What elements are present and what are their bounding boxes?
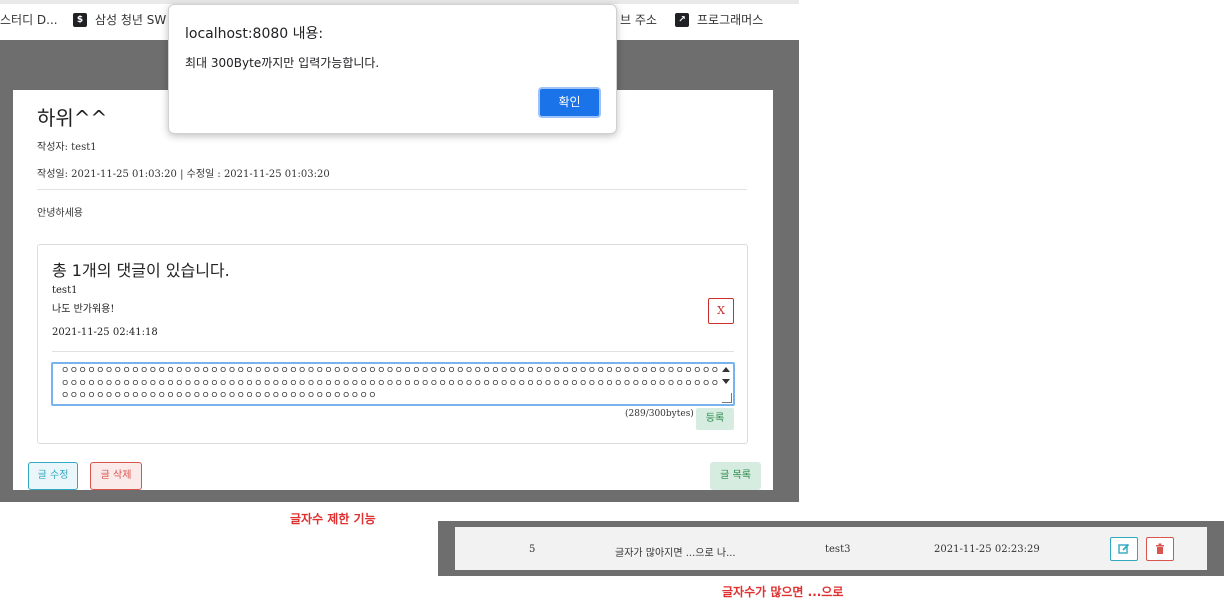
post-title: 하위^^ (37, 106, 108, 130)
resize-grip-icon[interactable] (722, 393, 732, 403)
comment-text: 나도 반가워용! (52, 304, 115, 315)
row-title[interactable]: 글자가 많아지면 ...으로 나... (615, 544, 736, 559)
list-screenshot: 5 글자가 많아지면 ...으로 나... test3 2021-11-25 0… (438, 521, 1224, 576)
bookmark-item[interactable]: 스터디 D... (0, 11, 58, 28)
bookmark-label: 프로그래머스 (697, 13, 764, 27)
caption-char-limit: 글자수 제한 기능 (290, 512, 376, 526)
bookmark-label: 삼성 청년 SW (95, 13, 167, 27)
edit-post-button[interactable]: 글 수정 (28, 462, 78, 490)
bookmark-label: 브 주소 (620, 13, 657, 27)
row-delete-button[interactable] (1146, 537, 1174, 561)
post-content: 안녕하세용 (37, 208, 83, 219)
post-author: 작성자: test1 (37, 142, 97, 153)
comment-count-heading: 총 1개의 댓글이 있습니다. (52, 261, 230, 280)
bookmark-item[interactable]: 브 주소 (620, 11, 657, 28)
scroll-down-icon[interactable] (722, 379, 730, 384)
row-edit-button[interactable] (1110, 537, 1138, 561)
submit-comment-button[interactable]: 등록 (696, 408, 734, 430)
comment-date: 2021-11-25 02:41:18 (52, 327, 158, 338)
dollar-icon: $ (73, 12, 87, 27)
comment-section: 총 1개의 댓글이 있습니다. test1 나도 반가워용! 2021-11-2… (37, 244, 748, 444)
bookmark-label: 스터디 D... (0, 13, 58, 27)
bookmark-item[interactable]: ↗ 프로그래머스 (675, 11, 763, 28)
dialog-title: localhost:8080 내용: (185, 26, 324, 42)
post-dates: 작성일: 2021-11-25 01:03:20 | 수정일 : 2021-11… (37, 169, 330, 180)
row-date: 2021-11-25 02:23:29 (934, 544, 1040, 555)
delete-post-button[interactable]: 글 삭제 (90, 462, 142, 490)
edit-icon (1118, 543, 1130, 554)
alert-dialog: localhost:8080 내용: 최대 300Byte까지만 입력가능합니다… (168, 4, 617, 134)
row-number: 5 (529, 544, 536, 555)
row-author: test3 (825, 544, 851, 555)
dialog-ok-button[interactable]: 확인 (538, 87, 601, 118)
delete-comment-button[interactable]: X (708, 298, 734, 324)
post-list-button[interactable]: 글 목록 (710, 462, 761, 490)
divider (52, 351, 734, 352)
post-detail-card: 하위^^ 작성자: test1 작성일: 2021-11-25 01:03:20… (13, 90, 773, 490)
caption-ellipsis: 글자수가 많으면 ...으로 (722, 585, 844, 599)
comment-input-value: ㅇㅇㅇㅇㅇㅇㅇㅇㅇㅇㅇㅇㅇㅇㅇㅇㅇㅇㅇㅇㅇㅇㅇㅇㅇㅇㅇㅇㅇㅇㅇㅇㅇㅇㅇㅇㅇㅇㅇㅇ… (61, 366, 720, 401)
table-row[interactable]: 5 글자가 많아지면 ...으로 나... test3 2021-11-25 0… (455, 527, 1207, 570)
trash-icon (1156, 543, 1164, 554)
textarea-scrollbar[interactable] (720, 365, 732, 403)
byte-counter: (289/300bytes) (625, 409, 694, 419)
divider (37, 189, 747, 190)
scroll-up-icon[interactable] (722, 367, 730, 372)
dialog-message: 최대 300Byte까지만 입력가능합니다. (185, 56, 380, 70)
bookmark-item[interactable]: $ 삼성 청년 SW (73, 11, 166, 28)
comment-author: test1 (52, 285, 78, 296)
comment-input[interactable]: ㅇㅇㅇㅇㅇㅇㅇㅇㅇㅇㅇㅇㅇㅇㅇㅇㅇㅇㅇㅇㅇㅇㅇㅇㅇㅇㅇㅇㅇㅇㅇㅇㅇㅇㅇㅇㅇㅇㅇㅇ… (51, 362, 735, 406)
programmers-icon: ↗ (675, 12, 689, 27)
